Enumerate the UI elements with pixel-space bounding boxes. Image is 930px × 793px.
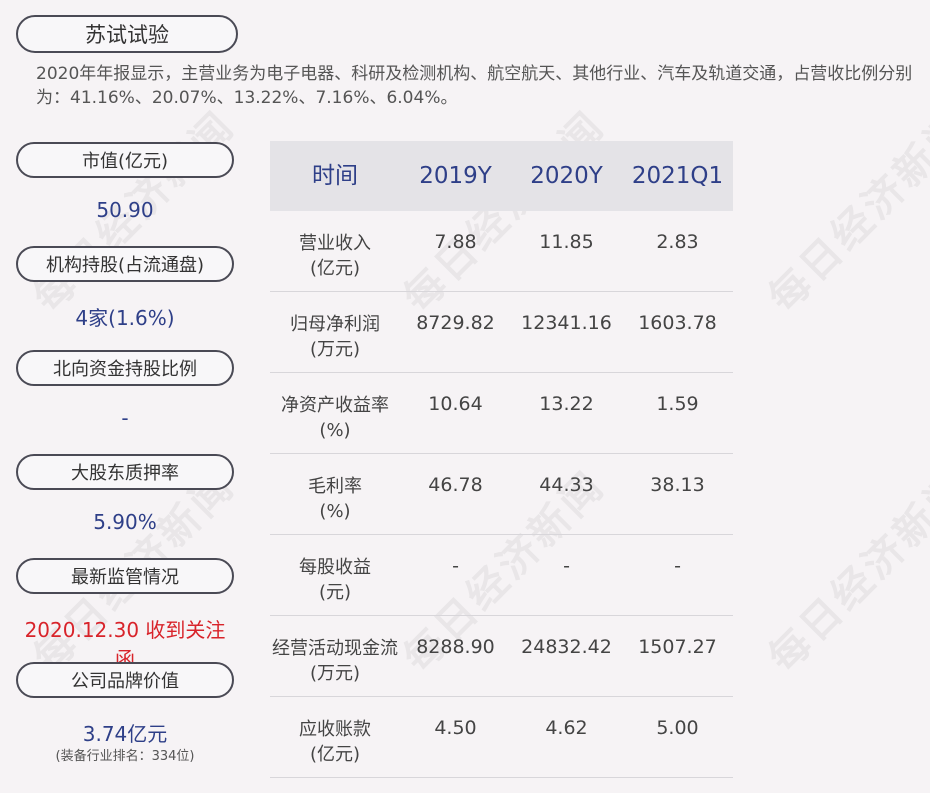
- table-cell: 10.64: [428, 393, 483, 415]
- table-cell: 24832.42: [521, 636, 612, 658]
- row-label: 净资产收益率 (%): [281, 395, 389, 441]
- header-2021q1: 2021Q1: [631, 163, 724, 189]
- business-summary: 2020年年报显示，主营业务为电子电器、科研及检测机构、航空航天、其他行业、汽车…: [36, 64, 913, 108]
- table-row: 毛利率 (%) 46.78 44.33 38.13: [270, 454, 733, 535]
- table-cell: 1507.27: [638, 636, 717, 658]
- northbound-holding-value: -: [121, 406, 129, 430]
- table-row: 应收账款 (亿元) 4.50 4.62 5.00: [270, 697, 733, 778]
- header-time: 时间: [312, 163, 358, 189]
- watermark: 每日经济新闻: [760, 462, 930, 682]
- table-cell: -: [452, 555, 459, 577]
- institution-holding-value: 4家(1.6%): [75, 306, 175, 330]
- brand-value-label: 公司品牌价值: [16, 662, 234, 698]
- row-label: 每股收益 (元): [299, 557, 371, 603]
- table-cell: 13.22: [539, 393, 594, 415]
- pledge-ratio-label: 大股东质押率: [16, 454, 234, 490]
- header-2019y: 2019Y: [419, 163, 492, 189]
- pledge-ratio-value: 5.90%: [93, 510, 157, 534]
- table-row: 归母净利润 (万元) 8729.82 12341.16 1603.78: [270, 292, 733, 373]
- brand-rank-note: (装备行业排名：334位): [55, 749, 195, 764]
- table-cell: -: [674, 555, 681, 577]
- header-2020y: 2020Y: [530, 163, 603, 189]
- table-cell: 11.85: [539, 231, 594, 253]
- table-cell: 8729.82: [416, 312, 495, 334]
- watermark: 每日经济新闻: [760, 102, 930, 322]
- row-label: 经营活动现金流 (万元): [272, 638, 398, 684]
- table-row: 营业收入 (亿元) 7.88 11.85 2.83: [270, 211, 733, 292]
- row-label: 归母净利润 (万元): [290, 314, 380, 360]
- table-cell: 1603.78: [638, 312, 717, 334]
- table-cell: 12341.16: [521, 312, 612, 334]
- northbound-holding-label: 北向资金持股比例: [16, 350, 234, 386]
- table-cell: 4.50: [434, 717, 477, 739]
- table-cell: 7.88: [434, 231, 477, 253]
- table-cell: 44.33: [539, 474, 594, 496]
- table-cell: 46.78: [428, 474, 483, 496]
- row-label: 应收账款 (亿元): [299, 719, 371, 765]
- table-cell: -: [563, 555, 570, 577]
- table-row: 每股收益 (元) - - -: [270, 535, 733, 616]
- company-title: 苏试试验: [16, 15, 238, 53]
- table-row: 经营活动现金流 (万元) 8288.90 24832.42 1507.27: [270, 616, 733, 697]
- table-header: 时间 2019Y 2020Y 2021Q1: [270, 141, 733, 211]
- table-cell: 1.59: [656, 393, 699, 415]
- regulatory-label: 最新监管情况: [16, 558, 234, 594]
- table-cell: 4.62: [545, 717, 588, 739]
- table-cell: 5.00: [656, 717, 699, 739]
- row-label: 毛利率 (%): [308, 476, 362, 522]
- institution-holding-label: 机构持股(占流通盘): [16, 246, 234, 282]
- table-cell: 8288.90: [416, 636, 495, 658]
- row-label: 营业收入 (亿元): [299, 233, 371, 279]
- brand-value: 3.74亿元: [82, 722, 168, 746]
- market-cap-label: 市值(亿元): [16, 142, 234, 178]
- market-cap-value: 50.90: [96, 198, 154, 222]
- table-cell: 2.83: [656, 231, 699, 253]
- table-cell: 38.13: [650, 474, 705, 496]
- table-row: 净资产收益率 (%) 10.64 13.22 1.59: [270, 373, 733, 454]
